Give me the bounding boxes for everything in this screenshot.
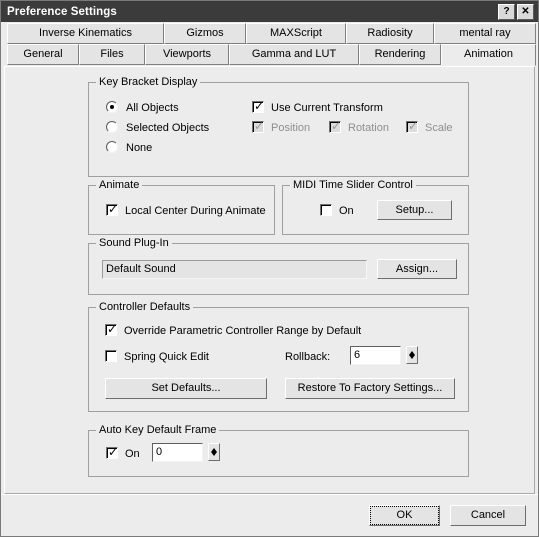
label-scale: Scale	[425, 122, 453, 134]
label-local-center-during-animate: Local Center During Animate	[125, 205, 266, 217]
dialog-footer: OK Cancel	[1, 494, 538, 536]
check-mark-icon: ✓	[108, 445, 119, 459]
label-position: Position	[271, 122, 311, 134]
label-rotation: Rotation	[348, 122, 389, 134]
tab-gamma-and-lut[interactable]: Gamma and LUT	[229, 44, 359, 65]
sound-plugin-field[interactable]: Default Sound	[102, 260, 367, 279]
checkbox-override-parametric-range[interactable]: ✓	[105, 322, 118, 336]
radio-none[interactable]	[106, 141, 118, 153]
check-mark-icon: ✓	[107, 322, 118, 336]
auto-key-frame-spinner[interactable]	[208, 443, 220, 461]
setup-button[interactable]: Setup...	[377, 200, 452, 220]
radio-label-all-objects: All Objects	[126, 102, 179, 114]
animation-panel: Key Bracket Display All Objects Selected…	[4, 66, 535, 494]
group-title-auto-key: Auto Key Default Frame	[96, 424, 220, 436]
group-key-bracket-display: Key Bracket Display All Objects Selected…	[88, 76, 469, 177]
check-mark-icon: ✓	[408, 119, 419, 133]
tab-radiosity[interactable]: Radiosity	[346, 23, 434, 44]
checkbox-local-center-during-animate[interactable]: ✓	[106, 202, 119, 216]
tab-rendering[interactable]: Rendering	[359, 44, 441, 65]
radio-label-selected-objects: Selected Objects	[126, 122, 210, 134]
checkbox-position: ✓	[252, 119, 265, 133]
tab-row-2: General Files Viewports Gamma and LUT Re…	[1, 44, 538, 66]
group-title-animate: Animate	[96, 179, 143, 191]
check-mark-icon: ✓	[331, 119, 342, 133]
group-title-key-bracket-display: Key Bracket Display	[96, 76, 201, 88]
spinner-down-icon[interactable]	[211, 452, 217, 456]
checkbox-midi-on[interactable]	[320, 204, 332, 216]
label-auto-key-on: On	[125, 448, 140, 460]
radio-all-objects[interactable]	[106, 101, 118, 113]
rollback-input[interactable]: 6	[350, 346, 401, 365]
label-override-parametric-range: Override Parametric Controller Range by …	[124, 325, 362, 337]
tab-viewports[interactable]: Viewports	[145, 44, 229, 65]
rollback-spinner[interactable]	[406, 346, 418, 364]
tab-inverse-kinematics[interactable]: Inverse Kinematics	[7, 23, 164, 44]
set-defaults-button[interactable]: Set Defaults...	[105, 378, 267, 399]
ok-button[interactable]: OK	[369, 505, 440, 526]
radio-selected-objects[interactable]	[106, 121, 118, 133]
tab-gizmos[interactable]: Gizmos	[164, 23, 246, 44]
group-title-sound-plugin: Sound Plug-In	[96, 237, 172, 249]
group-auto-key-default-frame: Auto Key Default Frame ✓ On 0	[88, 424, 469, 477]
check-mark-icon: ✓	[254, 99, 265, 113]
radio-label-none: None	[126, 142, 153, 154]
cancel-button[interactable]: Cancel	[450, 505, 526, 526]
label-rollback: Rollback:	[285, 351, 331, 363]
label-spring-quick-edit: Spring Quick Edit	[124, 351, 209, 363]
tab-mental-ray[interactable]: mental ray	[434, 23, 536, 44]
checkbox-rotation: ✓	[329, 119, 342, 133]
label-use-current-transform: Use Current Transform	[271, 102, 383, 114]
preference-settings-dialog: Preference Settings ? ✕ Inverse Kinemati…	[0, 0, 539, 537]
group-midi-time-slider-control: MIDI Time Slider Control On Setup...	[282, 179, 469, 235]
group-animate: Animate ✓ Local Center During Animate	[88, 179, 275, 235]
check-mark-icon: ✓	[108, 202, 119, 216]
auto-key-frame-input[interactable]: 0	[152, 443, 203, 462]
assign-button[interactable]: Assign...	[377, 259, 457, 279]
group-title-midi: MIDI Time Slider Control	[290, 179, 416, 191]
window-title: Preference Settings	[7, 5, 117, 18]
help-icon[interactable]: ?	[498, 3, 515, 20]
group-sound-plugin: Sound Plug-In Default Sound Assign...	[88, 237, 469, 295]
tab-general[interactable]: General	[7, 44, 79, 65]
tab-row-1: Inverse Kinematics Gizmos MAXScript Radi…	[1, 23, 538, 45]
close-icon[interactable]: ✕	[517, 3, 534, 20]
tab-maxscript[interactable]: MAXScript	[246, 23, 346, 44]
checkbox-use-current-transform[interactable]: ✓	[252, 99, 265, 113]
check-mark-icon: ✓	[254, 119, 265, 133]
checkbox-scale: ✓	[406, 119, 419, 133]
label-midi-on: On	[339, 205, 354, 217]
group-controller-defaults: Controller Defaults ✓ Override Parametri…	[88, 301, 469, 412]
tab-files[interactable]: Files	[79, 44, 145, 65]
title-bar[interactable]: Preference Settings ? ✕	[1, 1, 538, 22]
restore-to-factory-settings-button[interactable]: Restore To Factory Settings...	[285, 378, 455, 399]
group-title-controller-defaults: Controller Defaults	[96, 301, 194, 313]
title-bar-buttons: ? ✕	[498, 3, 538, 20]
radio-dot	[110, 105, 114, 109]
tab-animation[interactable]: Animation	[441, 44, 536, 66]
checkbox-auto-key-on[interactable]: ✓	[106, 445, 119, 459]
checkbox-spring-quick-edit[interactable]	[105, 350, 117, 362]
spinner-down-icon[interactable]	[409, 355, 415, 359]
tab-strip: Inverse Kinematics Gizmos MAXScript Radi…	[1, 22, 538, 67]
